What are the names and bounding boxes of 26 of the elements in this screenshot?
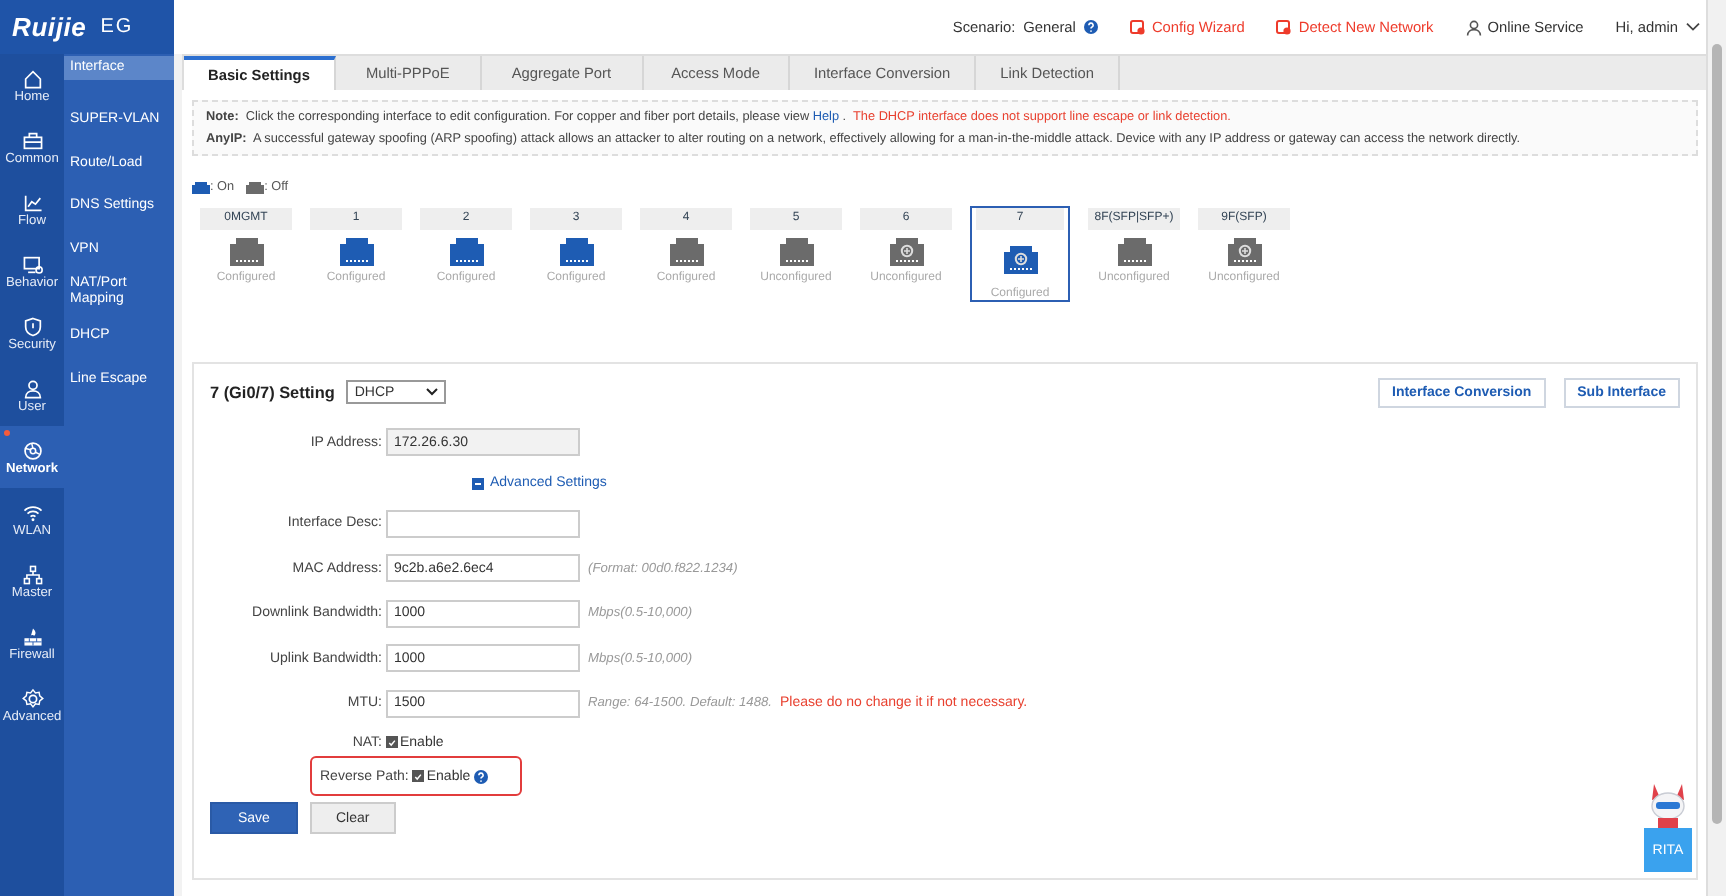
user-icon	[21, 377, 43, 399]
product-name: EG	[100, 16, 134, 38]
chevron-down-icon	[1686, 22, 1700, 32]
chart-icon	[21, 191, 43, 213]
chevron-down-icon	[426, 388, 439, 396]
monitor-icon	[21, 253, 43, 275]
help-icon[interactable]	[1083, 20, 1098, 34]
shield-icon	[21, 315, 43, 337]
brand-logo: Ruijie	[12, 12, 87, 42]
checkbox[interactable]	[412, 770, 425, 782]
user-icon	[1465, 19, 1482, 35]
checkbox[interactable]	[386, 736, 398, 748]
home-icon	[21, 67, 43, 89]
expand-icon	[472, 477, 484, 489]
wifi-icon	[21, 501, 43, 523]
network-icon	[21, 563, 43, 585]
section-title: 7 (Gi0/7) Setting	[210, 383, 335, 401]
help-icon[interactable]	[474, 769, 489, 783]
alert-icon	[1129, 19, 1146, 35]
text-field[interactable]	[386, 509, 580, 538]
briefcase-icon	[21, 129, 43, 151]
globe-icon	[21, 439, 43, 461]
scrollbar[interactable]	[1712, 44, 1722, 824]
firewall-icon	[21, 625, 43, 647]
gear-icon	[21, 687, 43, 709]
alert-icon	[1276, 19, 1293, 35]
